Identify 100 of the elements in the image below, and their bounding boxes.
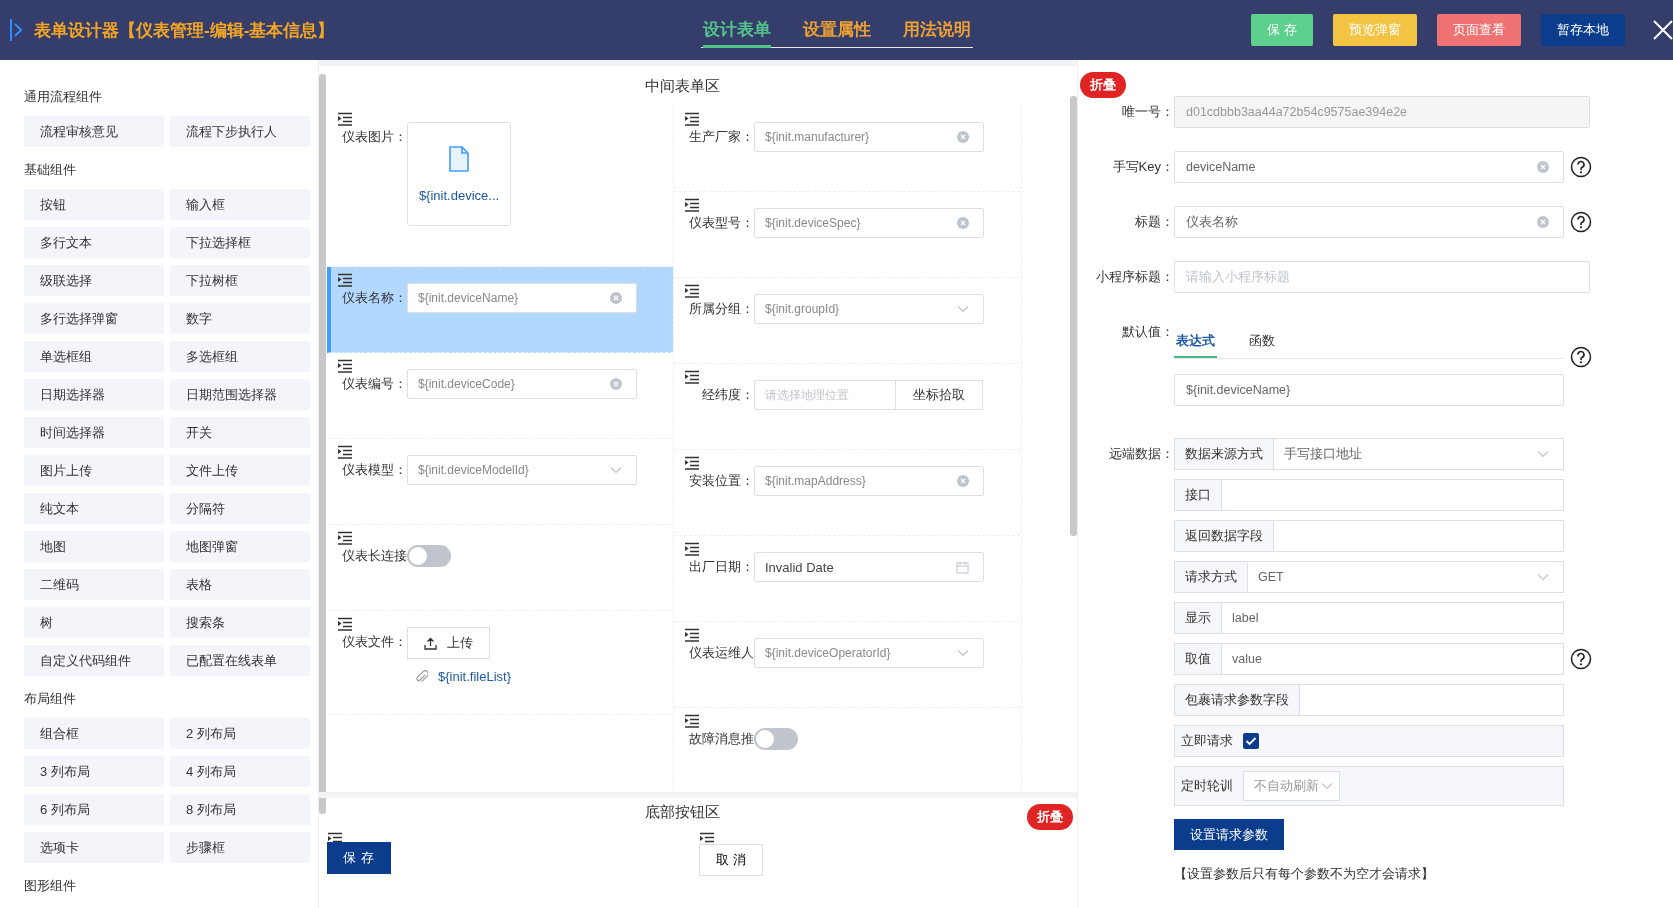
component-item[interactable]: 自定义代码组件 <box>24 645 164 676</box>
indent-icon[interactable] <box>684 456 700 470</box>
indent-icon[interactable] <box>337 617 353 631</box>
component-item[interactable]: 地图 <box>24 531 164 562</box>
save-button[interactable]: 保 存 <box>327 842 391 874</box>
help-icon[interactable] <box>1570 648 1592 670</box>
text-input[interactable]: deviceName <box>1174 151 1564 183</box>
component-item[interactable]: 已配置在线表单 <box>170 645 310 676</box>
scrollbar[interactable] <box>319 74 326 814</box>
text-input[interactable]: 返回数据字段 <box>1174 520 1564 552</box>
help-icon[interactable] <box>1570 346 1592 368</box>
indent-icon[interactable] <box>337 359 353 373</box>
component-item[interactable]: 组合框 <box>24 718 164 749</box>
indent-icon[interactable] <box>684 628 700 642</box>
text-input[interactable]: 取值 value <box>1174 643 1564 675</box>
component-item[interactable]: 时间选择器 <box>24 417 164 448</box>
select-field[interactable]: 请求方式 GET <box>1174 561 1564 593</box>
component-item[interactable]: 开关 <box>170 417 310 448</box>
component-item[interactable]: 3 列布局 <box>24 756 164 787</box>
text-input[interactable]: ${init.deviceSpec} <box>754 208 984 238</box>
text-input[interactable]: ${init.manufacturer} <box>754 122 984 152</box>
component-item[interactable]: 下拉树框 <box>170 265 310 296</box>
indent-icon[interactable] <box>684 284 700 298</box>
indent-icon[interactable] <box>337 112 353 126</box>
text-input[interactable]: 接口 <box>1174 479 1564 511</box>
component-item[interactable]: 输入框 <box>170 189 310 220</box>
select-field[interactable]: ${init.deviceModelId} <box>407 455 637 485</box>
pick-button[interactable]: 坐标拾取 <box>895 380 983 410</box>
form-row[interactable]: 仪表文件： 上传 ${init.fileList} <box>327 611 673 715</box>
form-row[interactable]: 生产厂家： ${init.manufacturer} <box>674 106 1020 192</box>
text-input[interactable]: ${init.mapAddress} <box>754 466 984 496</box>
component-item[interactable]: 文件上传 <box>170 455 310 486</box>
cancel-button[interactable]: 取 消 <box>699 844 763 876</box>
collapse-badge[interactable]: 折叠 <box>1080 72 1126 98</box>
indent-icon[interactable] <box>684 542 700 556</box>
component-item[interactable]: 表格 <box>170 569 310 600</box>
indent-icon[interactable] <box>337 273 353 287</box>
component-item[interactable]: 日期选择器 <box>24 379 164 410</box>
component-item[interactable]: 树 <box>24 607 164 638</box>
select-field[interactable]: ${init.deviceOperatorId} <box>754 638 984 668</box>
form-row[interactable]: 仪表长连接 <box>327 525 673 611</box>
indent-icon[interactable] <box>684 370 700 384</box>
text-input[interactable]: 仪表名称 <box>1174 206 1564 238</box>
component-item[interactable]: 搜索条 <box>170 607 310 638</box>
mode-tab[interactable]: 函数 <box>1247 325 1277 358</box>
component-item[interactable]: 多行文本 <box>24 227 164 258</box>
toggle-switch[interactable] <box>754 728 798 750</box>
text-input[interactable]: ${init.deviceName} <box>407 283 637 313</box>
indent-icon[interactable] <box>684 112 700 126</box>
component-item[interactable]: 多行选择弹窗 <box>24 303 164 334</box>
image-upload[interactable]: ${init.device... <box>407 122 511 226</box>
component-item[interactable]: 下拉选择框 <box>170 227 310 258</box>
component-item[interactable]: 选项卡 <box>24 832 164 863</box>
indent-icon[interactable] <box>684 198 700 212</box>
checkbox[interactable] <box>1243 733 1259 749</box>
form-row[interactable]: 出厂日期： Invalid Date <box>674 536 1020 622</box>
component-item[interactable]: 6 列布局 <box>24 794 164 825</box>
expression-input[interactable]: ${init.deviceName} <box>1174 374 1564 406</box>
scrollbar[interactable] <box>1070 96 1077 536</box>
component-item[interactable]: 8 列布局 <box>170 794 310 825</box>
form-row[interactable]: 仪表型号： ${init.deviceSpec} <box>674 192 1020 278</box>
selected-form-row[interactable]: 仪表名称： ${init.deviceName} <box>327 267 673 353</box>
indent-icon[interactable] <box>337 531 353 545</box>
component-item[interactable]: 2 列布局 <box>170 718 310 749</box>
close-icon[interactable] <box>1653 20 1673 40</box>
toggle-switch[interactable] <box>407 545 451 567</box>
select-field[interactable]: ${init.groupId} <box>754 294 984 324</box>
help-icon[interactable] <box>1570 211 1592 233</box>
text-input[interactable]: ${init.deviceCode} <box>407 369 637 399</box>
form-row[interactable]: 安装位置： ${init.mapAddress} <box>674 450 1020 536</box>
nav-tab[interactable]: 设计表单 <box>702 12 771 48</box>
component-item[interactable]: 级联选择 <box>24 265 164 296</box>
indent-icon[interactable] <box>684 714 700 728</box>
date-picker[interactable]: Invalid Date <box>754 552 984 582</box>
form-row[interactable]: 所属分组： ${init.groupId} <box>674 278 1020 364</box>
component-item[interactable]: 数字 <box>170 303 310 334</box>
mode-tab[interactable]: 表达式 <box>1174 325 1217 358</box>
form-row[interactable]: 仪表模型： ${init.deviceModelId} <box>327 439 673 525</box>
nav-tab[interactable]: 用法说明 <box>902 12 971 48</box>
form-row[interactable]: 仪表编号： ${init.deviceCode} <box>327 353 673 439</box>
component-item[interactable]: 图片上传 <box>24 455 164 486</box>
component-item[interactable]: 流程审核意见 <box>24 116 164 147</box>
component-item[interactable]: 单选框组 <box>24 341 164 372</box>
upload-button[interactable]: 上传 <box>407 627 490 659</box>
settings-button[interactable]: 设置请求参数 <box>1174 819 1284 850</box>
component-item[interactable]: 分隔符 <box>170 493 310 524</box>
file-link[interactable]: ${init.fileList} <box>438 669 511 684</box>
component-item[interactable]: 纯文本 <box>24 493 164 524</box>
component-item[interactable]: 日期范围选择器 <box>170 379 310 410</box>
component-item[interactable]: 按钮 <box>24 189 164 220</box>
indent-icon[interactable] <box>337 445 353 459</box>
text-input[interactable]: 包裹请求参数字段 <box>1174 684 1564 716</box>
component-item[interactable]: 步骤框 <box>170 832 310 863</box>
component-item[interactable]: 4 列布局 <box>170 756 310 787</box>
component-item[interactable]: 多选框组 <box>170 341 310 372</box>
select-field[interactable]: 数据来源方式 手写接口地址 <box>1174 438 1564 470</box>
form-row[interactable]: 仪表运维人 ${init.deviceOperatorId} <box>674 622 1020 708</box>
help-icon[interactable] <box>1570 156 1592 178</box>
form-row[interactable]: 故障消息推 <box>674 708 1020 794</box>
component-item[interactable]: 地图弹窗 <box>170 531 310 562</box>
